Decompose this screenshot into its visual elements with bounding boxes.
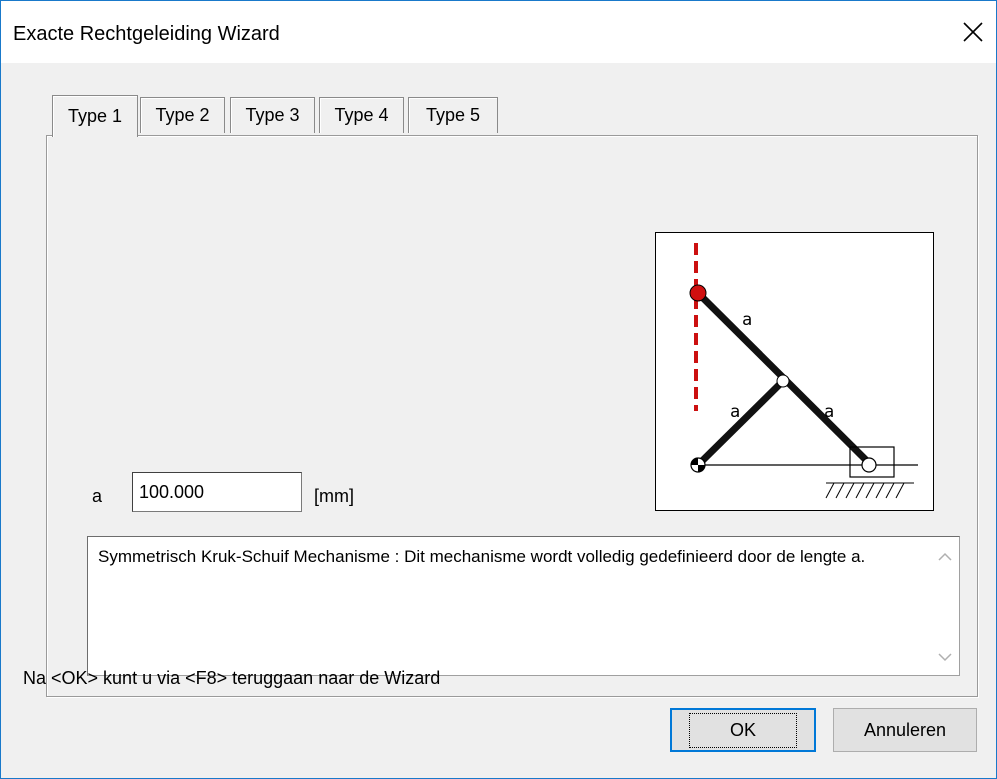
link-label-top: a: [742, 310, 752, 330]
dialog-body: Type 1 Type 2 Type 3 Type 4 Type 5 a a a…: [1, 63, 996, 778]
parameter-a-input[interactable]: [132, 472, 302, 512]
traced-point: [689, 284, 707, 302]
cancel-button-label: Annuleren: [863, 719, 947, 740]
ok-button-label: OK: [688, 712, 797, 748]
tab-label: Type 4: [334, 105, 389, 125]
tab-type-3[interactable]: Type 3: [230, 97, 315, 133]
crank-pin-joint: [776, 374, 790, 388]
tab-label: Type 3: [245, 105, 300, 125]
chevron-down-icon: [938, 653, 952, 662]
link-label-left: a: [730, 402, 740, 422]
mechanism-diagram: a a a: [655, 232, 934, 511]
close-icon: [963, 22, 983, 42]
mechanism-drawing: a a a: [689, 243, 918, 499]
description-box[interactable]: Symmetrisch Kruk-Schuif Mechanisme : Dit…: [87, 536, 960, 676]
crank-link: [695, 380, 784, 468]
link-label-right: a: [824, 402, 834, 422]
description-text: Symmetrisch Kruk-Schuif Mechanisme : Dit…: [98, 547, 866, 566]
tab-label: Type 2: [155, 105, 210, 125]
description-scrollbar[interactable]: [931, 537, 959, 675]
slider-joint: [861, 457, 877, 473]
title-bar: Exacte Rechtgeleiding Wizard: [1, 1, 996, 63]
wizard-window: Exacte Rechtgeleiding Wizard Type 1 Type…: [0, 0, 997, 779]
cancel-button[interactable]: Annuleren: [833, 708, 977, 752]
ok-button[interactable]: OK: [670, 708, 816, 752]
chevron-up-icon: [938, 552, 952, 561]
tab-panel: a a a a [mm] Symmetrisch Kruk-Schuif Mec…: [46, 135, 978, 697]
tab-type-4[interactable]: Type 4: [319, 97, 404, 133]
scroll-down-button[interactable]: [931, 643, 959, 671]
parameter-a-unit: [mm]: [314, 486, 354, 506]
wizard-hint: Na <OK> kunt u via <F8> teruggaan naar d…: [23, 668, 441, 688]
tab-label: Type 5: [425, 105, 481, 125]
window-title: Exacte Rechtgeleiding Wizard: [13, 23, 280, 45]
parameter-a-label: a: [92, 486, 103, 506]
scroll-up-button[interactable]: [931, 543, 959, 571]
tab-type-1[interactable]: Type 1: [52, 95, 138, 137]
ground-hatch: [825, 482, 905, 499]
close-button[interactable]: [950, 9, 996, 55]
tab-label: Type 1: [67, 106, 123, 126]
tab-type-5[interactable]: Type 5: [408, 97, 498, 133]
tab-type-2[interactable]: Type 2: [140, 97, 225, 133]
